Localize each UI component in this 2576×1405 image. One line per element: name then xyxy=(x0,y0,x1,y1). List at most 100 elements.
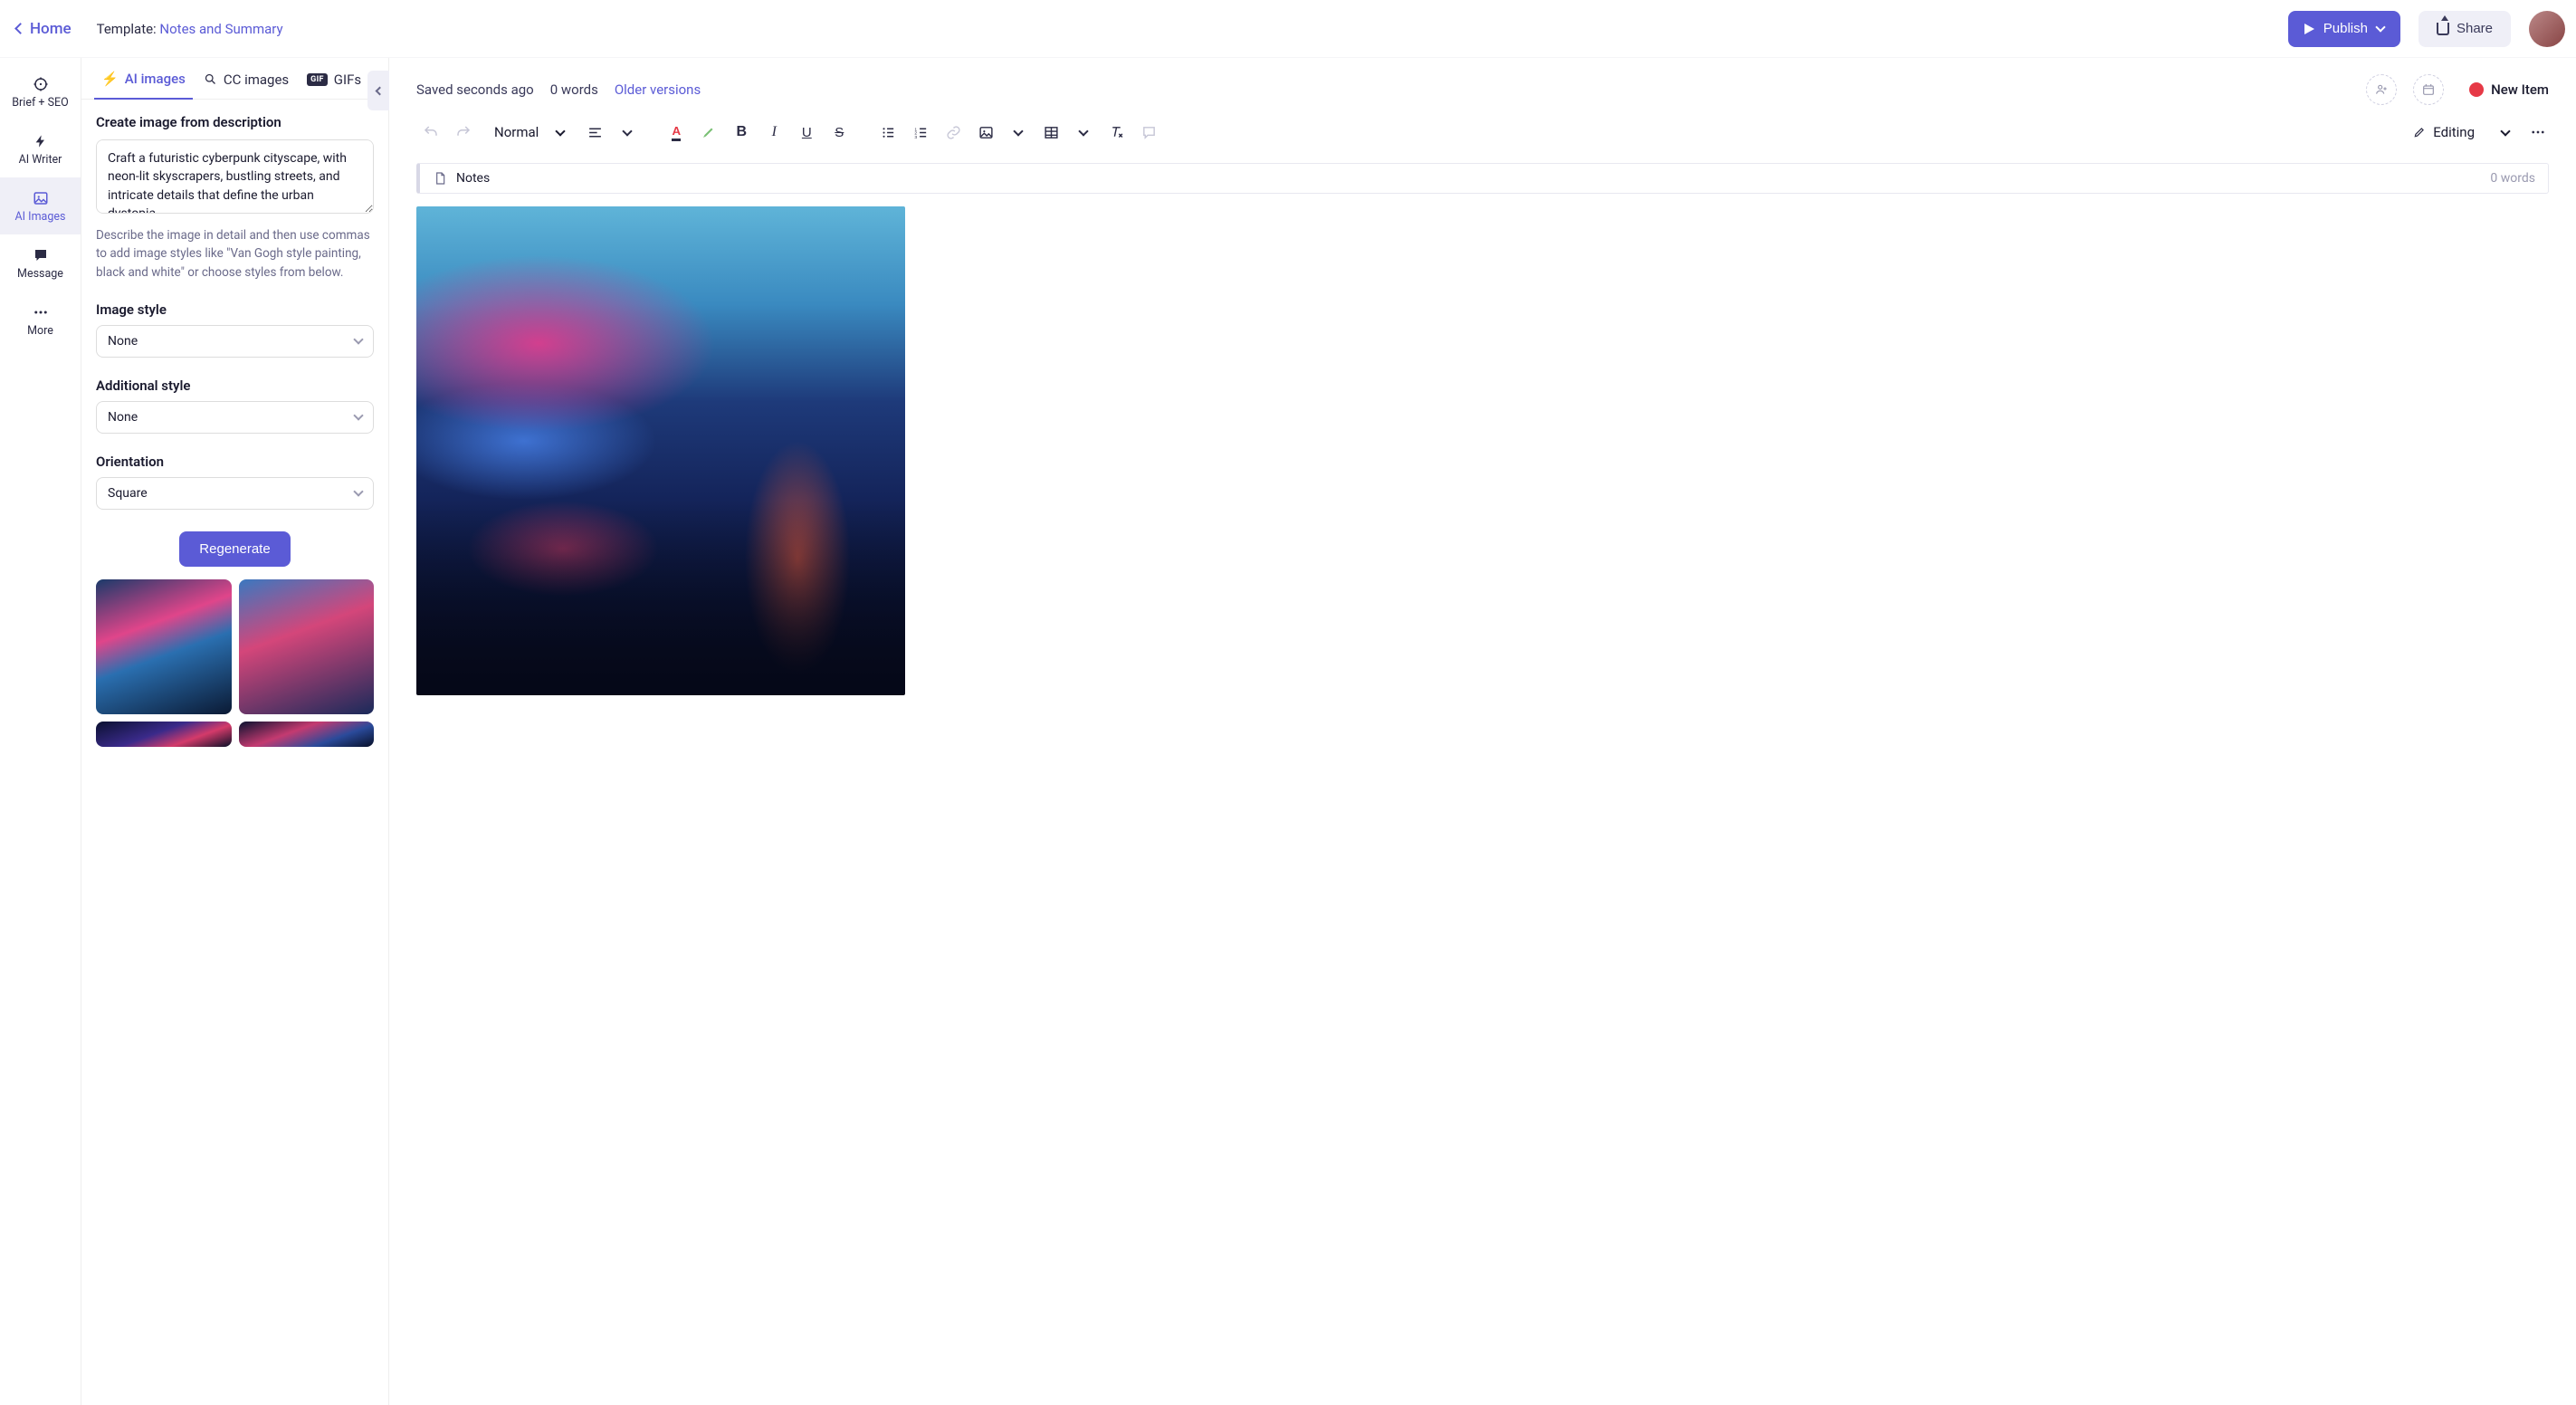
comment-icon xyxy=(1141,125,1157,140)
generated-thumbnail[interactable] xyxy=(96,722,232,747)
toolbar-more-button[interactable] xyxy=(2527,121,2549,143)
target-icon xyxy=(33,76,49,92)
strikethrough-icon: S xyxy=(835,125,844,140)
tab-gifs[interactable]: GIF GIFs xyxy=(300,58,368,99)
bold-button[interactable]: B xyxy=(727,118,756,147)
highlight-button[interactable] xyxy=(694,118,723,147)
chevron-down-icon xyxy=(353,411,363,421)
notes-title: Notes xyxy=(456,171,490,186)
search-icon xyxy=(204,72,217,86)
chevron-down-icon xyxy=(556,126,566,136)
inserted-image[interactable] xyxy=(416,206,905,695)
send-icon xyxy=(2304,24,2314,34)
numbered-list-icon: 123 xyxy=(913,125,929,140)
chevron-down-icon xyxy=(353,335,363,345)
notes-word-count: 0 words xyxy=(2490,171,2535,186)
underline-icon: U xyxy=(802,125,812,140)
link-icon xyxy=(946,125,961,140)
chevron-left-icon xyxy=(376,86,385,95)
link-button[interactable] xyxy=(939,118,968,147)
table-dropdown[interactable] xyxy=(1069,118,1098,147)
chat-icon xyxy=(33,247,49,263)
generated-thumbnail[interactable] xyxy=(96,579,232,715)
create-image-heading: Create image from description xyxy=(96,114,374,130)
orientation-select[interactable]: Square xyxy=(96,477,374,510)
generated-thumbnail[interactable] xyxy=(239,579,375,715)
chevron-down-icon xyxy=(1014,126,1024,136)
bolt-icon: ⚡ xyxy=(101,71,119,87)
save-status: Saved seconds ago xyxy=(416,81,534,98)
chevron-down-icon xyxy=(353,487,363,497)
regenerate-button[interactable]: Regenerate xyxy=(179,531,290,567)
clear-format-icon xyxy=(1109,125,1124,140)
paragraph-style-select[interactable]: Normal xyxy=(487,120,571,144)
collapse-sidebar-button[interactable] xyxy=(367,71,389,110)
notes-block[interactable]: Notes 0 words xyxy=(416,163,2549,194)
align-left-icon xyxy=(587,125,603,140)
numbered-list-button[interactable]: 123 xyxy=(906,118,935,147)
text-color-icon: A xyxy=(672,124,681,141)
schedule-button[interactable] xyxy=(2413,74,2444,105)
bullet-list-button[interactable] xyxy=(873,118,902,147)
template-breadcrumb: Template: Notes and Summary xyxy=(97,21,283,37)
highlight-icon xyxy=(701,124,717,140)
avatar[interactable] xyxy=(2529,11,2565,47)
gif-badge-icon: GIF xyxy=(307,73,328,86)
image-dropdown[interactable] xyxy=(1004,118,1033,147)
image-prompt-input[interactable] xyxy=(96,139,374,214)
publish-button[interactable]: Publish xyxy=(2288,11,2400,47)
clear-format-button[interactable] xyxy=(1102,118,1131,147)
orientation-label: Orientation xyxy=(96,454,374,470)
chevron-left-icon xyxy=(14,23,26,34)
tab-ai-images[interactable]: ⚡ AI images xyxy=(94,58,193,100)
document-title[interactable]: New Item xyxy=(2469,81,2549,98)
chevron-down-icon xyxy=(2375,22,2385,32)
ellipsis-icon xyxy=(2530,124,2546,140)
generated-thumbnail[interactable] xyxy=(239,722,375,747)
chevron-down-icon xyxy=(2500,126,2510,136)
bolt-icon xyxy=(33,133,49,149)
rail-brief-seo[interactable]: Brief + SEO xyxy=(0,63,81,120)
rail-ai-images[interactable]: AI Images xyxy=(0,177,81,234)
editing-mode-select[interactable]: Editing xyxy=(2406,120,2516,144)
template-name[interactable]: Notes and Summary xyxy=(159,21,282,37)
rail-message[interactable]: Message xyxy=(0,234,81,292)
add-collaborator-button[interactable] xyxy=(2366,74,2397,105)
rail-ai-writer[interactable]: AI Writer xyxy=(0,120,81,177)
image-icon xyxy=(33,190,49,206)
insert-table-button[interactable] xyxy=(1036,118,1065,147)
image-style-label: Image style xyxy=(96,301,374,318)
calendar-icon xyxy=(2421,82,2436,97)
align-dropdown[interactable] xyxy=(613,118,642,147)
italic-button[interactable]: I xyxy=(759,118,788,147)
underline-button[interactable]: U xyxy=(792,118,821,147)
redo-icon xyxy=(455,124,472,140)
chevron-down-icon xyxy=(1079,126,1089,136)
svg-text:3: 3 xyxy=(914,134,917,139)
image-style-select[interactable]: None xyxy=(96,325,374,358)
text-color-button[interactable]: A xyxy=(662,118,691,147)
status-dot-icon xyxy=(2469,82,2484,97)
redo-button[interactable] xyxy=(449,118,478,147)
prompt-hint: Describe the image in detail and then us… xyxy=(96,226,374,282)
home-label: Home xyxy=(30,20,72,38)
strikethrough-button[interactable]: S xyxy=(825,118,854,147)
document-icon xyxy=(433,171,447,186)
undo-icon xyxy=(423,124,439,140)
align-button[interactable] xyxy=(580,118,609,147)
additional-style-label: Additional style xyxy=(96,378,374,394)
rail-more[interactable]: More xyxy=(0,292,81,349)
insert-image-button[interactable] xyxy=(971,118,1000,147)
upload-icon xyxy=(2437,23,2449,35)
additional-style-select[interactable]: None xyxy=(96,401,374,434)
bold-icon: B xyxy=(737,124,748,140)
undo-button[interactable] xyxy=(416,118,445,147)
share-button[interactable]: Share xyxy=(2419,11,2511,47)
home-link[interactable]: Home xyxy=(7,14,81,43)
comment-button[interactable] xyxy=(1134,118,1163,147)
chevron-down-icon xyxy=(623,126,633,136)
word-count: 0 words xyxy=(550,81,598,98)
user-plus-icon xyxy=(2374,82,2389,97)
tab-cc-images[interactable]: CC images xyxy=(196,58,296,99)
older-versions-link[interactable]: Older versions xyxy=(615,81,701,98)
